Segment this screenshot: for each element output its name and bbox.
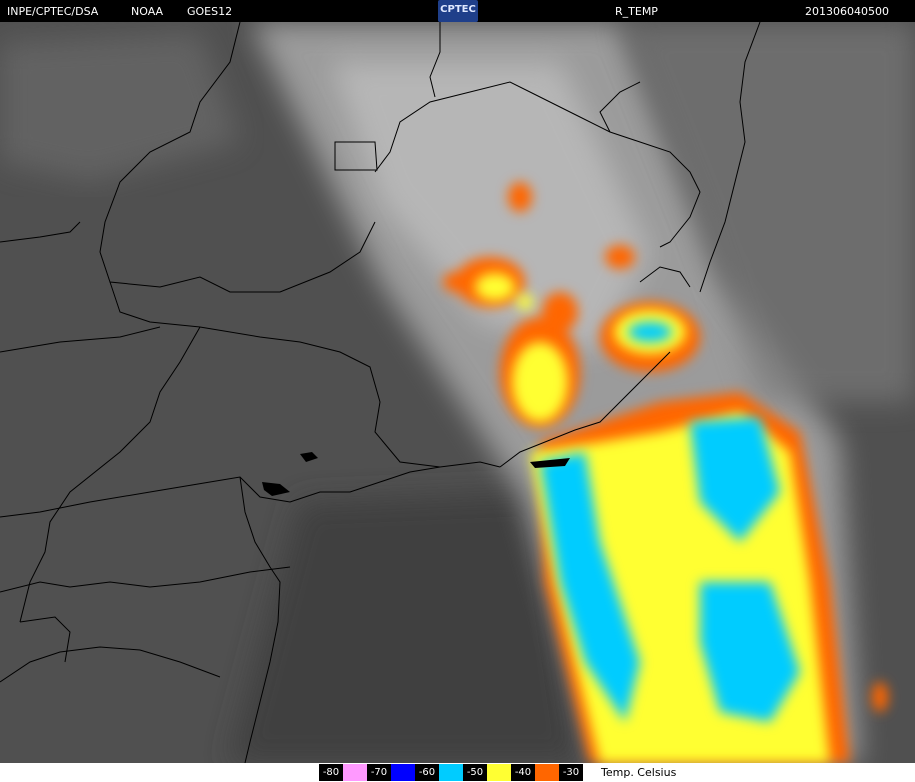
cptec-logo: CPTEC — [438, 0, 478, 22]
legend-swatch-80 — [343, 764, 367, 781]
temperature-legend: -80 -70 -60 -50 -40 -30 Temp. Celsius — [0, 763, 915, 782]
satellite-image — [0, 22, 915, 763]
legend-swatch-40 — [535, 764, 559, 781]
legend-label-30: -30 — [559, 764, 583, 781]
header-bar: INPE/CPTEC/DSA NOAA GOES12 CPTEC R_TEMP … — [0, 0, 915, 22]
satellite-map — [0, 22, 915, 763]
legend-swatch-70 — [391, 764, 415, 781]
legend-swatch-50 — [487, 764, 511, 781]
satellite-label: GOES12 — [187, 5, 233, 18]
timestamp-label: 201306040500 — [805, 5, 889, 18]
product-label: R_TEMP — [615, 5, 658, 18]
legend-title: Temp. Celsius — [601, 766, 677, 779]
legend-swatch-30 — [583, 764, 597, 781]
legend-label-40: -40 — [511, 764, 535, 781]
legend-swatch-60 — [439, 764, 463, 781]
legend-label-60: -60 — [415, 764, 439, 781]
agency-label: NOAA — [131, 5, 164, 18]
legend-label-70: -70 — [367, 764, 391, 781]
legend-label-50: -50 — [463, 764, 487, 781]
source-label: INPE/CPTEC/DSA — [7, 5, 99, 18]
legend-label-80: -80 — [319, 764, 343, 781]
